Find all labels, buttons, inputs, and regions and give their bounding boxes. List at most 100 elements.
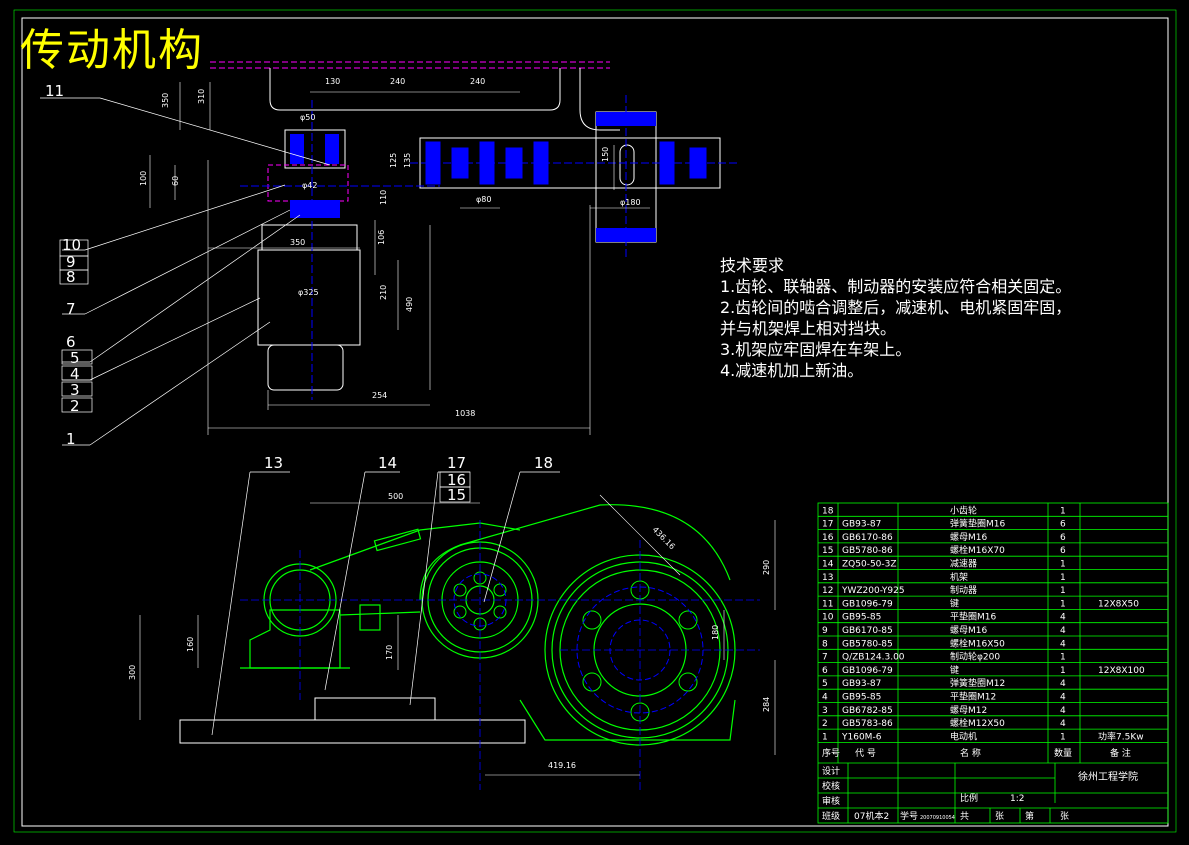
leader-7: 7 <box>66 300 76 318</box>
bom-header-qty: 数量 <box>1054 747 1072 759</box>
bom-cell-qty: 1 <box>1060 586 1066 596</box>
dim-1038: 1038 <box>455 409 475 418</box>
bom-cell-code: GB93-87 <box>842 520 881 530</box>
bom-cell-qty: 1 <box>1060 599 1066 609</box>
bom-cell-no: 11 <box>822 599 833 609</box>
tb-class-val: 07机本2 <box>854 810 889 822</box>
bom-cell-no: 13 <box>822 573 833 583</box>
bom-cell-name: 键 <box>950 664 959 676</box>
tb-scale-val: 1:2 <box>1010 794 1024 804</box>
dim-490: 490 <box>405 297 414 312</box>
dim-phi180: φ180 <box>620 198 641 207</box>
bom-cell-name: 弹簧垫圈M12 <box>950 677 1005 689</box>
bom-cell-qty: 1 <box>1060 732 1066 742</box>
outer-frame <box>13 9 1177 833</box>
bom-cell-name: 弹簧垫圈M16 <box>950 518 1005 530</box>
bom-cell-no: 6 <box>822 666 828 676</box>
dim-300: 300 <box>128 665 137 680</box>
dim-125: 125 <box>389 153 398 168</box>
bom-cell-qty: 4 <box>1060 719 1066 729</box>
dim-phi80: φ80 <box>476 195 491 204</box>
dim-210: 210 <box>379 285 388 300</box>
dim-290: 290 <box>762 560 771 575</box>
dim-254: 254 <box>372 391 387 400</box>
bom-cell-no: 9 <box>822 626 828 636</box>
drawing-sheet: 11 10 9 8 7 6 5 4 3 2 1 130 240 240 350 … <box>0 0 1189 841</box>
bom-cell-note: 12X8X100 <box>1098 666 1145 676</box>
bom-cell-qty: 1 <box>1060 506 1066 516</box>
dim-phi50: φ50 <box>300 113 315 122</box>
dim-240a: 240 <box>390 77 405 86</box>
dim-100: 100 <box>139 171 148 186</box>
tb-student-no: 学号 <box>900 810 918 822</box>
leader-2: 2 <box>70 397 80 415</box>
tb-school: 徐州工程学院 <box>1078 770 1138 783</box>
bom-cell-code: GB6782-85 <box>842 706 893 716</box>
bom-cell-name: 螺母M16 <box>950 532 987 543</box>
bom-cell-note: 12X8X50 <box>1098 599 1139 609</box>
bom-cell-code: GB5783-86 <box>842 719 893 729</box>
bom-cell-code: YWZ200-Y925 <box>841 586 905 596</box>
bom-cell-no: 1 <box>822 732 828 742</box>
bom-cell-name: 平垫圈M16 <box>950 611 996 623</box>
dim-130: 130 <box>325 77 340 86</box>
bom-cell-qty: 1 <box>1060 666 1066 676</box>
dim-110: 110 <box>379 190 388 205</box>
bom-cell-name: 螺栓M16X70 <box>950 544 1005 556</box>
bom-cell-code: ZQ50-50-3Z <box>842 560 897 570</box>
bom-cell-name: 螺母M12 <box>950 705 987 716</box>
bom-cell-code: Q/ZB124.3.00 <box>842 653 905 663</box>
title-block: 设计 校核 审核 班级 07机本2 学号 20070910054 比例 1:2 … <box>822 765 1138 822</box>
bom-header: 序号 代 号 名 称 数量 备 注 <box>822 747 1131 759</box>
bom-header-code: 代 号 <box>855 748 876 759</box>
bom-cell-code: GB5780-86 <box>842 546 893 556</box>
bom-cell-no: 3 <box>822 706 828 716</box>
bom-cell-code: GB5780-85 <box>842 639 893 649</box>
dim-310: 310 <box>197 89 206 104</box>
bom-cell-code: GB6170-85 <box>842 626 893 636</box>
bom-cell-no: 8 <box>822 639 828 649</box>
leader-15: 15 <box>447 486 466 504</box>
requirement-2-cont: 并与机架焊上相对挡块。 <box>720 319 897 338</box>
bom-cell-no: 17 <box>822 520 833 530</box>
dim-135: 135 <box>403 153 412 168</box>
dim-436: 436.16 <box>651 525 677 551</box>
dim-106: 106 <box>377 230 386 245</box>
technical-requirements: 技术要求 1.齿轮、联轴器、制动器的安装应符合相关固定。 2.齿轮间的啮合调整后… <box>720 255 1071 381</box>
tb-student-val: 20070910054 <box>920 815 955 821</box>
dim-350w: 350 <box>290 238 305 247</box>
bom-cell-qty: 1 <box>1060 560 1066 570</box>
bom-cell-name: 螺母M16 <box>950 625 987 636</box>
leader-11: 11 <box>45 82 64 100</box>
drawing-canvas: 11 10 9 8 7 6 5 4 3 2 1 130 240 240 350 … <box>13 9 1177 833</box>
bom-cell-code: GB6170-86 <box>842 533 893 543</box>
bom-cell-qty: 6 <box>1060 520 1066 530</box>
bom-cell-no: 18 <box>822 506 834 516</box>
leader-10: 10 <box>62 236 81 254</box>
bom-cell-no: 16 <box>822 533 834 543</box>
bom-cell-code: Y160M-6 <box>841 732 882 742</box>
bom-header-name: 名 称 <box>960 747 981 759</box>
dim-phi325: φ325 <box>298 288 319 297</box>
dim-284: 284 <box>762 697 771 712</box>
top-view: 11 10 9 8 7 6 5 4 3 2 1 130 240 240 350 … <box>40 61 740 448</box>
bom-cell-no: 12 <box>822 586 833 596</box>
bom-cell-name: 制动轮φ200 <box>950 651 1000 663</box>
requirement-3: 3.机架应牢固焊在车架上。 <box>720 340 912 359</box>
leader-13: 13 <box>264 454 283 472</box>
bom-cell-qty: 1 <box>1060 573 1066 583</box>
bom-cell-qty: 4 <box>1060 693 1066 703</box>
bom-cell-note: 功率7.5Kw <box>1098 730 1144 742</box>
dim-160: 160 <box>186 637 195 652</box>
bom-cell-qty: 4 <box>1060 639 1066 649</box>
bom-cell-no: 2 <box>822 719 828 729</box>
bom-cell-no: 4 <box>822 693 828 703</box>
tb-total: 共 <box>960 811 969 822</box>
requirement-1: 1.齿轮、联轴器、制动器的安装应符合相关固定。 <box>720 277 1072 296</box>
bom-cell-name: 电动机 <box>950 730 977 742</box>
bom-header-no: 序号 <box>822 747 840 759</box>
tb-class: 班级 <box>822 810 840 822</box>
bom-cell-no: 14 <box>822 560 834 570</box>
bom-cell-qty: 4 <box>1060 613 1066 623</box>
drawing-title: 传动机构 <box>20 25 204 76</box>
